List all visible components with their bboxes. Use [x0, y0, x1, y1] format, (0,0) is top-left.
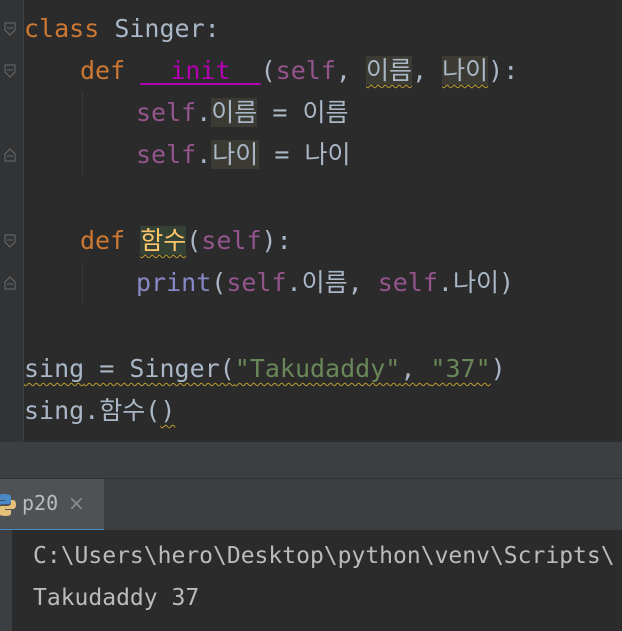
indent-guide	[82, 262, 83, 302]
self-param: self	[201, 226, 262, 255]
python-icon	[0, 493, 16, 517]
code-line-4[interactable]: self.나이 = 나이	[136, 134, 350, 176]
class-name: Singer:	[99, 14, 220, 43]
self-ref: self	[136, 98, 197, 127]
string-literal: "Takudaddy"	[234, 354, 401, 383]
assignment: = 이름	[257, 98, 349, 127]
self-ref: self	[377, 268, 438, 297]
paren: )	[490, 354, 506, 383]
dot: .	[196, 140, 212, 169]
paren: )	[160, 396, 176, 425]
paren: (	[186, 226, 202, 255]
keyword-class: class	[24, 14, 100, 43]
dot: .	[196, 98, 212, 127]
comma: ,	[412, 56, 443, 85]
paren-colon: ):	[488, 56, 519, 85]
param-name: 이름	[366, 56, 413, 85]
paren-colon: ):	[261, 226, 292, 255]
self-ref: self	[226, 268, 287, 297]
builtin-print: print	[136, 268, 212, 297]
close-icon[interactable]: ×	[68, 491, 85, 515]
method-call: sing.함수(	[24, 396, 161, 425]
fold-end-icon[interactable]	[4, 276, 16, 290]
code-line-6[interactable]: def 함수(self):	[80, 220, 292, 262]
attr-name: 이름	[211, 98, 258, 127]
code-line-7[interactable]: print(self.이름, self.나이)	[136, 262, 514, 304]
code-line-2[interactable]: def __init__(self, 이름, 나이):	[80, 50, 518, 92]
console-output-line: C:\Users\hero\Desktop\python\venv\Script…	[33, 543, 615, 569]
run-tool-window-header: p20 ×	[0, 478, 622, 531]
code-editor[interactable]: class Singer: def __init__(self, 이름, 나이)…	[0, 0, 622, 442]
variable-sing: sing	[24, 354, 85, 383]
fold-end-icon[interactable]	[4, 148, 16, 162]
self-param: self	[275, 56, 336, 85]
attr-name-ref: .이름,	[286, 268, 378, 297]
code-line-9[interactable]: sing = Singer("Takudaddy", "37")	[24, 348, 506, 390]
console-output-line: Takudaddy 37	[33, 585, 200, 611]
paren: (	[260, 56, 276, 85]
keyword-def: def	[80, 56, 126, 85]
fold-open-icon[interactable]	[4, 22, 16, 36]
attr-age-ref: .나이)	[437, 268, 515, 297]
indent-guide	[82, 92, 83, 176]
paren: (	[211, 268, 227, 297]
param-age: 나이	[442, 56, 489, 85]
code-line-3[interactable]: self.이름 = 이름	[136, 92, 348, 134]
assignment: = 나이	[259, 140, 351, 169]
fold-open-icon[interactable]	[4, 234, 16, 248]
comma: ,	[335, 56, 367, 85]
panel-separator	[0, 442, 622, 478]
fold-open-icon[interactable]	[4, 64, 16, 78]
comma: ,	[400, 354, 431, 383]
self-ref: self	[136, 140, 197, 169]
string-literal: "37"	[430, 354, 491, 383]
constructor-call: = Singer(	[84, 354, 235, 383]
function-name: 함수	[140, 226, 187, 255]
code-line-1[interactable]: class Singer:	[24, 8, 220, 50]
function-name-init: __init__	[140, 56, 261, 85]
run-console[interactable]: C:\Users\hero\Desktop\python\venv\Script…	[0, 530, 622, 631]
run-tab-label: p20	[22, 491, 59, 515]
run-tab-p20[interactable]: p20 ×	[0, 479, 104, 531]
keyword-def: def	[80, 226, 126, 255]
code-line-10[interactable]: sing.함수()	[24, 390, 175, 432]
console-side-strip	[0, 530, 12, 631]
attr-age: 나이	[211, 140, 260, 169]
